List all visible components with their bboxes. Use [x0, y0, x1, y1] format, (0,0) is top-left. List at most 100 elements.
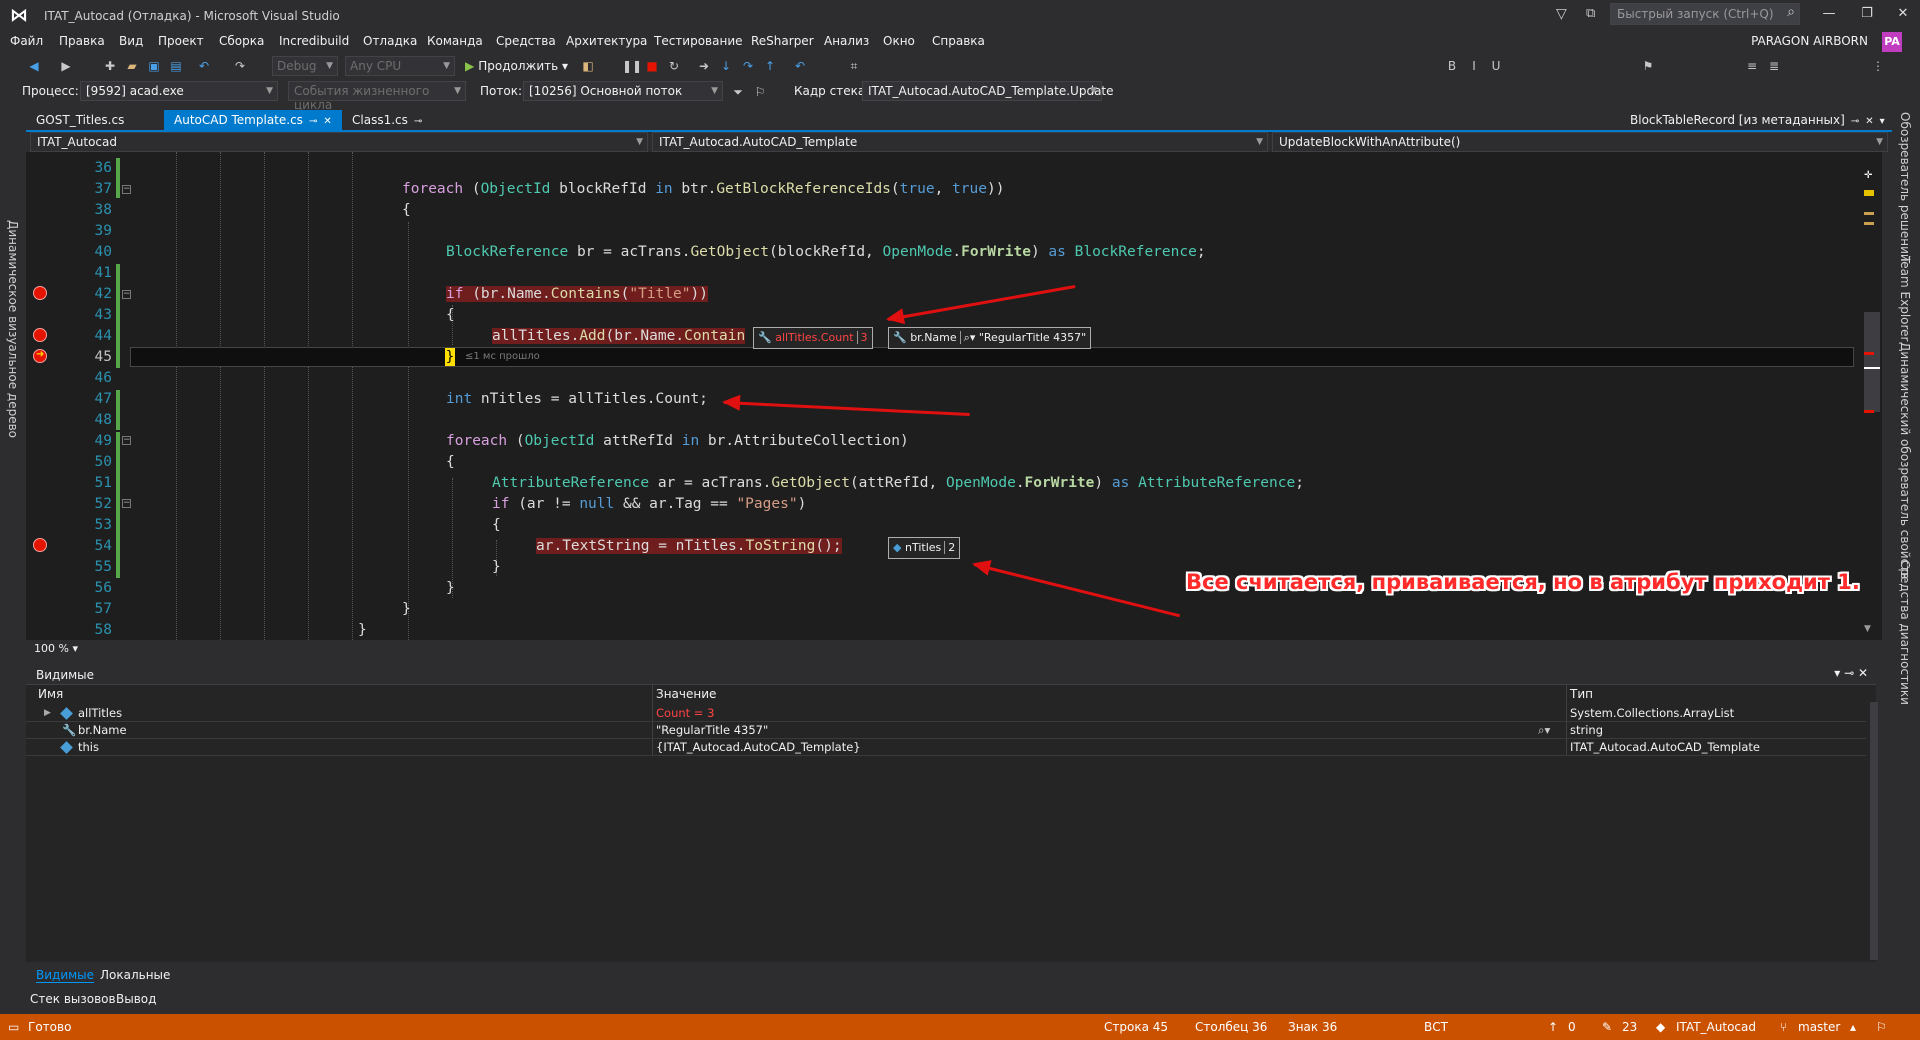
collapse-icon[interactable]: −	[122, 499, 131, 508]
pause-icon[interactable]: ❚❚	[622, 58, 642, 74]
menu-team[interactable]: Команда	[427, 34, 483, 48]
save-all-icon[interactable]: ▤	[168, 58, 184, 74]
autos-scrollbar[interactable]	[1870, 702, 1878, 960]
code-line-58[interactable]: }	[358, 620, 367, 641]
breakpoint-margin[interactable]	[26, 152, 54, 640]
process-select[interactable]: [9592] acad.exe ▼	[80, 81, 278, 101]
datatip-value[interactable]: "RegularTitle 4357"	[979, 331, 1086, 344]
zoom-select[interactable]: 100 % ▾	[34, 642, 78, 655]
thread-select[interactable]: [10256] Основной поток ▼	[523, 81, 723, 101]
datatip-br-name[interactable]: 🔧 br.Name ⌕▾ "RegularTitle 4357"	[888, 327, 1092, 349]
magnifier-icon[interactable]: ⌕▾	[1538, 722, 1550, 739]
pin-icon[interactable]: ⊸	[1851, 116, 1859, 127]
datatip-alltitles-count[interactable]: 🔧 allTitles.Count 3	[753, 327, 873, 349]
code-line-51[interactable]: AttributeReference ar = acTrans.GetObjec…	[492, 473, 1304, 494]
code-editor[interactable]	[26, 152, 1882, 640]
continue-button[interactable]: ▶ Продолжить ▾	[465, 56, 568, 76]
open-folder-icon[interactable]: ▰	[124, 58, 140, 74]
stop-icon[interactable]: ■	[644, 58, 660, 74]
code-line-42[interactable]: if (br.Name.Contains("Title"))	[446, 284, 708, 305]
scrollbar-thumb[interactable]	[1864, 312, 1880, 412]
new-project-icon[interactable]: ✚	[102, 58, 118, 74]
status-pencil-icon[interactable]: ✎	[1602, 1020, 1612, 1034]
tab-blocktablerecord[interactable]: BlockTableRecord [из метаданных] ⊸ ✕ ▾	[1620, 110, 1895, 130]
menu-analyze[interactable]: Анализ	[824, 34, 869, 48]
hex-display-icon[interactable]: ⌗	[846, 58, 862, 74]
menu-file[interactable]: Файл	[10, 34, 43, 48]
menu-resharper[interactable]: ReSharper	[751, 34, 814, 48]
status-branch-chevron-icon[interactable]: ▴	[1850, 1020, 1856, 1034]
flag-threads-icon[interactable]: ⚐	[752, 84, 768, 100]
breakpoint-current-icon[interactable]: ➜	[33, 349, 47, 363]
code-line-49[interactable]: foreach (ObjectId attRefId in br.Attribu…	[446, 431, 909, 452]
platform-select[interactable]: Any CPU ▼	[345, 56, 455, 76]
window-controls[interactable]: ▾ ⊸ ✕	[1834, 666, 1868, 680]
feedback-icon[interactable]: ⧉	[1586, 6, 1595, 21]
expand-icon[interactable]: ▶	[44, 705, 51, 722]
menu-incredibuild[interactable]: Incredibuild	[279, 34, 349, 48]
watch-value[interactable]: "RegularTitle 4357"	[656, 722, 768, 739]
column-header-value[interactable]: Значение	[656, 687, 716, 701]
live-property-explorer-tab[interactable]: Динамический обозреватель свойств	[1898, 342, 1912, 579]
navigate-back-icon[interactable]: ↶	[792, 58, 808, 74]
minimize-button[interactable]: —	[1814, 6, 1844, 21]
menu-help[interactable]: Справка	[932, 34, 985, 48]
configuration-select[interactable]: Debug ▼	[272, 56, 338, 76]
table-row[interactable]: 🔧 br.Name "RegularTitle 4357" ⌕▾ string	[26, 722, 1866, 739]
scroll-down-icon[interactable]: ▼	[1864, 624, 1874, 634]
column-header-type[interactable]: Тип	[1570, 687, 1593, 701]
watch-value[interactable]: Count = 3	[656, 705, 714, 722]
chevron-down-icon[interactable]: ▾	[1880, 116, 1885, 127]
datatip-value[interactable]: 2	[944, 541, 956, 554]
step-into-icon[interactable]: ↓	[718, 58, 734, 74]
status-unpushed-count[interactable]: 0	[1568, 1020, 1576, 1034]
code-line-53[interactable]: {	[492, 515, 501, 536]
code-line-57[interactable]: }	[402, 599, 411, 620]
restart-icon[interactable]: ↻	[666, 58, 682, 74]
undo-icon[interactable]: ↶	[196, 58, 212, 74]
code-line-37[interactable]: foreach (ObjectId blockRefId in btr.GetB…	[402, 179, 1004, 200]
status-repository[interactable]: ITAT_Autocad	[1676, 1020, 1756, 1034]
menu-test[interactable]: Тестирование	[654, 34, 743, 48]
code-line-50[interactable]: {	[446, 452, 455, 473]
collapse-icon[interactable]: −	[122, 436, 131, 445]
datatip-value[interactable]: 3	[856, 331, 868, 344]
forward-icon[interactable]: ▶	[58, 58, 74, 74]
breakpoint-icon[interactable]	[33, 538, 47, 552]
column-header-name[interactable]: Имя	[38, 687, 63, 701]
breakpoint-icon[interactable]	[33, 328, 47, 342]
pin-icon[interactable]: ⊸	[309, 116, 317, 127]
underline-icon[interactable]: U	[1488, 58, 1504, 74]
tab-locals[interactable]: Локальные	[100, 968, 170, 982]
menu-debug[interactable]: Отладка	[363, 34, 417, 48]
bookmark-icon[interactable]: ⚑	[1640, 58, 1656, 74]
save-icon[interactable]: ▣	[146, 58, 162, 74]
breakpoint-icon[interactable]	[33, 286, 47, 300]
code-line-56[interactable]: }	[446, 578, 455, 599]
code-line-40[interactable]: BlockReference br = acTrans.GetObject(bl…	[446, 242, 1206, 263]
step-out-icon[interactable]: ↑	[762, 58, 778, 74]
class-navigation-select[interactable]: ITAT_Autocad.AutoCAD_Template ▼	[652, 132, 1268, 152]
status-publish-icon[interactable]: ↑	[1548, 1020, 1558, 1034]
diagnostic-tools-tab[interactable]: Средства диагностики	[1898, 560, 1912, 705]
live-visual-tree-tab[interactable]: Динамическое визуальное дерево	[4, 220, 20, 438]
back-icon[interactable]: ◀	[26, 58, 42, 74]
datatip-ntitles[interactable]: ◆ nTitles 2	[888, 537, 961, 559]
editor-scrollbar[interactable]: ✛ ▼	[1862, 152, 1882, 640]
code-line-52[interactable]: if (ar != null && ar.Tag == "Pages")	[492, 494, 806, 515]
menu-architecture[interactable]: Архитектура	[566, 34, 647, 48]
filter-threads-icon[interactable]: ⏷	[730, 84, 746, 100]
tab-autos[interactable]: Видимые	[36, 968, 95, 983]
lifecycle-events-select[interactable]: События жизненного цикла ▼	[288, 81, 466, 112]
italic-icon[interactable]: I	[1466, 58, 1482, 74]
show-next-statement-icon[interactable]: ➜	[696, 58, 712, 74]
code-line-43[interactable]: {	[446, 305, 455, 326]
menu-project[interactable]: Проект	[158, 34, 204, 48]
team-explorer-tab[interactable]: Team Explorer	[1898, 256, 1912, 342]
comment-icon[interactable]: ≡	[1744, 58, 1760, 74]
close-icon[interactable]: ✕	[1865, 116, 1873, 127]
close-button[interactable]: ✕	[1888, 6, 1918, 21]
menu-tools[interactable]: Средства	[496, 34, 556, 48]
uncomment-icon[interactable]: ≣	[1766, 58, 1782, 74]
step-over-icon[interactable]: ↷	[740, 58, 756, 74]
